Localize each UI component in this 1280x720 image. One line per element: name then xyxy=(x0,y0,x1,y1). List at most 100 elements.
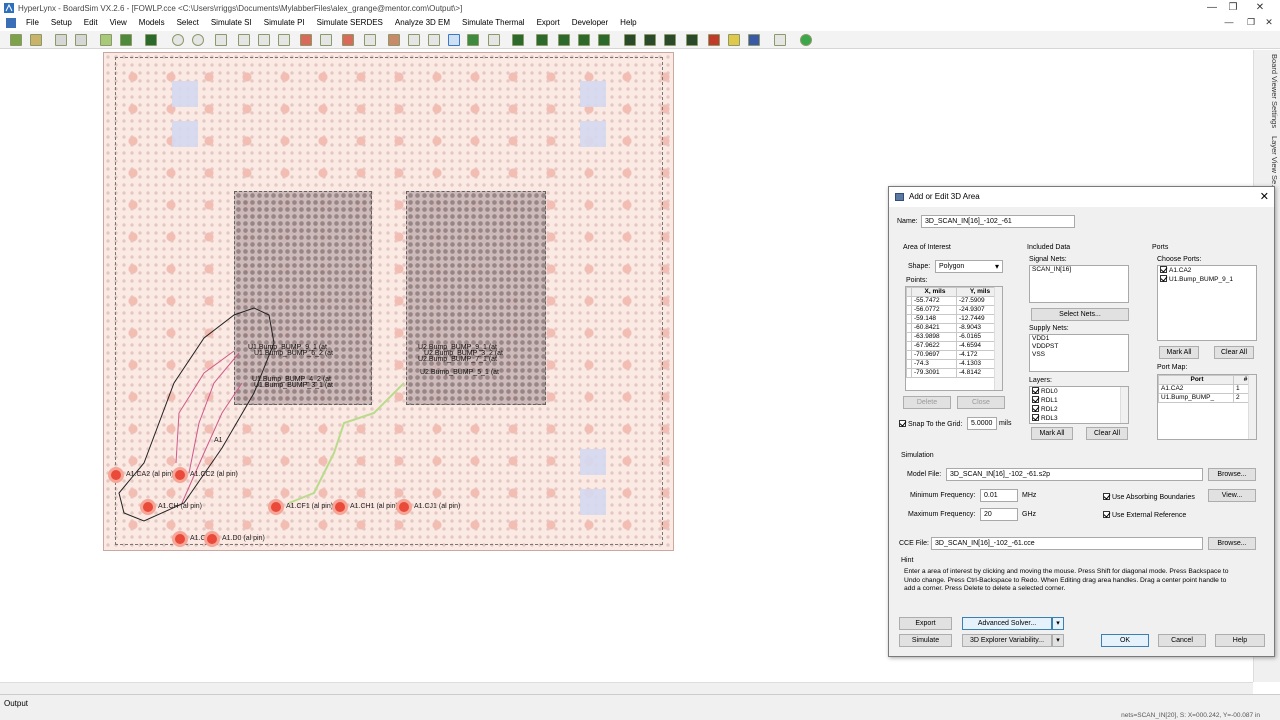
points-row[interactable]: -79.3091 -4.8142 xyxy=(906,368,1002,378)
advanced-solver-button[interactable]: Advanced Solver... xyxy=(962,617,1052,630)
ok-button[interactable]: OK xyxy=(1101,634,1149,647)
zoom-in-icon[interactable] xyxy=(172,34,184,46)
port-item[interactable]: U1.Bump_BUMP_9_1 xyxy=(1158,275,1256,284)
print-icon[interactable] xyxy=(75,34,87,46)
model-file-browse-button[interactable]: Browse... xyxy=(1208,468,1256,481)
oscilloscope-icon[interactable] xyxy=(448,34,460,46)
variability-dropdown[interactable]: ▾ xyxy=(1052,634,1064,647)
menu-developer[interactable]: Developer xyxy=(566,16,614,30)
menu-models[interactable]: Models xyxy=(133,16,171,30)
points-row[interactable]: -63.9898 -6.0165 xyxy=(906,332,1002,342)
clear-all-layers-button[interactable]: Clear All xyxy=(1086,427,1128,440)
help-button[interactable]: Help xyxy=(1215,634,1265,647)
terminator-wizard-icon[interactable] xyxy=(388,34,400,46)
decoupling-icon[interactable] xyxy=(512,34,524,46)
dc-drop-icon[interactable] xyxy=(536,34,548,46)
menu-simulate-pi[interactable]: Simulate PI xyxy=(258,16,311,30)
zoom-out-icon[interactable] xyxy=(192,34,204,46)
signal-net-item[interactable]: SCAN_IN[16] xyxy=(1030,266,1128,274)
menu-file[interactable]: File xyxy=(20,16,45,30)
open-board-icon[interactable] xyxy=(30,34,42,46)
min-freq-input[interactable]: 0.01 xyxy=(980,489,1018,502)
cce-file-browse-button[interactable]: Browse... xyxy=(1208,537,1256,550)
view-button[interactable]: View... xyxy=(1208,489,1256,502)
points-row[interactable]: -60.8421 -8.9043 xyxy=(906,323,1002,333)
pin[interactable] xyxy=(108,467,124,483)
menu-export[interactable]: Export xyxy=(531,16,566,30)
layer-item[interactable]: RDL1 xyxy=(1030,396,1128,405)
sweep-icon[interactable] xyxy=(488,34,500,46)
drc-icon[interactable] xyxy=(708,34,720,46)
thermal-icon[interactable] xyxy=(598,34,610,46)
select-nets-button[interactable]: Select Nets... xyxy=(1031,308,1129,321)
port-setup-icon[interactable] xyxy=(664,34,676,46)
batch-sim-icon[interactable] xyxy=(428,34,440,46)
layers-scrollbar[interactable] xyxy=(1120,387,1128,423)
info-icon[interactable] xyxy=(774,34,786,46)
shape-select[interactable]: Polygon xyxy=(935,260,1003,273)
menu-simulate-serdes[interactable]: Simulate SERDES xyxy=(311,16,389,30)
menu-help[interactable]: Help xyxy=(614,16,642,30)
board-view[interactable]: U1.Bump_BUMP_9_1 (at U1.Bump_BUMP_6_2 (a… xyxy=(103,52,674,551)
layers-list[interactable]: RDL0 RDL1 RDL2 RDL3 xyxy=(1029,386,1129,424)
port-map-grid[interactable]: Port # A1.CA2 1 U1.Bump_BUMP_ 2 xyxy=(1157,374,1257,440)
pin[interactable] xyxy=(204,531,220,547)
zoom-fit-icon[interactable] xyxy=(215,34,227,46)
stackup-icon[interactable] xyxy=(145,34,157,46)
menu-simulate-thermal[interactable]: Simulate Thermal xyxy=(456,16,531,30)
port-map-row[interactable]: A1.CA2 1 xyxy=(1158,384,1256,394)
use-external-checkbox[interactable]: Use External Reference xyxy=(1103,511,1186,519)
tab-layer-view-settings[interactable]: Layer View Se... xyxy=(1267,136,1279,190)
mdi-restore-button[interactable]: ❐ xyxy=(1244,17,1258,28)
mark-all-ports-button[interactable]: Mark All xyxy=(1159,346,1199,359)
supply-net-item[interactable]: VDD1 xyxy=(1030,335,1128,343)
export-icon[interactable] xyxy=(100,34,112,46)
script-icon[interactable] xyxy=(748,34,760,46)
points-grid[interactable]: X, mils Y, mils -55.7472 -27.5909 -56.0772… xyxy=(905,286,1003,391)
delete-point-button[interactable]: Delete xyxy=(903,396,951,409)
new-board-icon[interactable] xyxy=(10,34,22,46)
maximize-button[interactable]: ❐ xyxy=(1221,0,1245,16)
ibis-icon[interactable] xyxy=(728,34,740,46)
menu-analyze-3d-em[interactable]: Analyze 3D EM xyxy=(389,16,456,30)
zoom-area-icon[interactable] xyxy=(238,34,250,46)
system-menu-icon[interactable] xyxy=(6,18,16,28)
model-file-input[interactable]: 3D_SCAN_IN[16]_-102_-61.s2p xyxy=(946,468,1203,481)
pin[interactable] xyxy=(268,499,284,515)
pin[interactable] xyxy=(172,467,188,483)
points-row[interactable]: -59.148 -12.7449 xyxy=(906,314,1002,324)
board-wizard-icon[interactable] xyxy=(120,34,132,46)
probe-icon[interactable] xyxy=(342,34,354,46)
close-window-button[interactable]: ✕ xyxy=(1248,0,1272,16)
layer-item[interactable]: RDL0 xyxy=(1030,387,1128,396)
variability-button[interactable]: 3D Explorer Variability... xyxy=(962,634,1052,647)
pin[interactable] xyxy=(396,499,412,515)
close-polygon-button[interactable]: Close xyxy=(957,396,1005,409)
snap-grid-input[interactable]: 5.0000 xyxy=(967,417,997,430)
supply-nets-list[interactable]: VDD1 VDDPST VSS xyxy=(1029,334,1129,372)
net-highlight-icon[interactable] xyxy=(300,34,312,46)
export-button[interactable]: Export xyxy=(899,617,952,630)
pin[interactable] xyxy=(140,499,156,515)
points-scrollbar[interactable] xyxy=(994,287,1002,390)
eye-diagram-icon[interactable] xyxy=(467,34,479,46)
points-row[interactable]: -67.9622 -4.6594 xyxy=(906,341,1002,351)
sparameter-icon[interactable] xyxy=(686,34,698,46)
menu-setup[interactable]: Setup xyxy=(45,16,78,30)
horizontal-scrollbar[interactable] xyxy=(0,682,1253,694)
mark-all-layers-button[interactable]: Mark All xyxy=(1031,427,1073,440)
advanced-solver-dropdown[interactable]: ▾ xyxy=(1052,617,1064,630)
layer-item[interactable]: RDL3 xyxy=(1030,414,1128,423)
points-row[interactable]: -56.0772 -24.9307 xyxy=(906,305,1002,315)
3d-area-icon[interactable] xyxy=(624,34,636,46)
redraw-icon[interactable] xyxy=(278,34,290,46)
ratsnest-icon[interactable] xyxy=(320,34,332,46)
use-absorbing-checkbox[interactable]: Use Absorbing Boundaries xyxy=(1103,493,1195,501)
dialog-close-icon[interactable]: ✕ xyxy=(1260,190,1269,203)
output-tab[interactable]: Output xyxy=(4,699,28,708)
menu-select[interactable]: Select xyxy=(171,16,205,30)
pan-icon[interactable] xyxy=(258,34,270,46)
waveform-icon[interactable] xyxy=(364,34,376,46)
port-map-scrollbar[interactable] xyxy=(1248,375,1256,439)
menu-view[interactable]: View xyxy=(104,16,133,30)
